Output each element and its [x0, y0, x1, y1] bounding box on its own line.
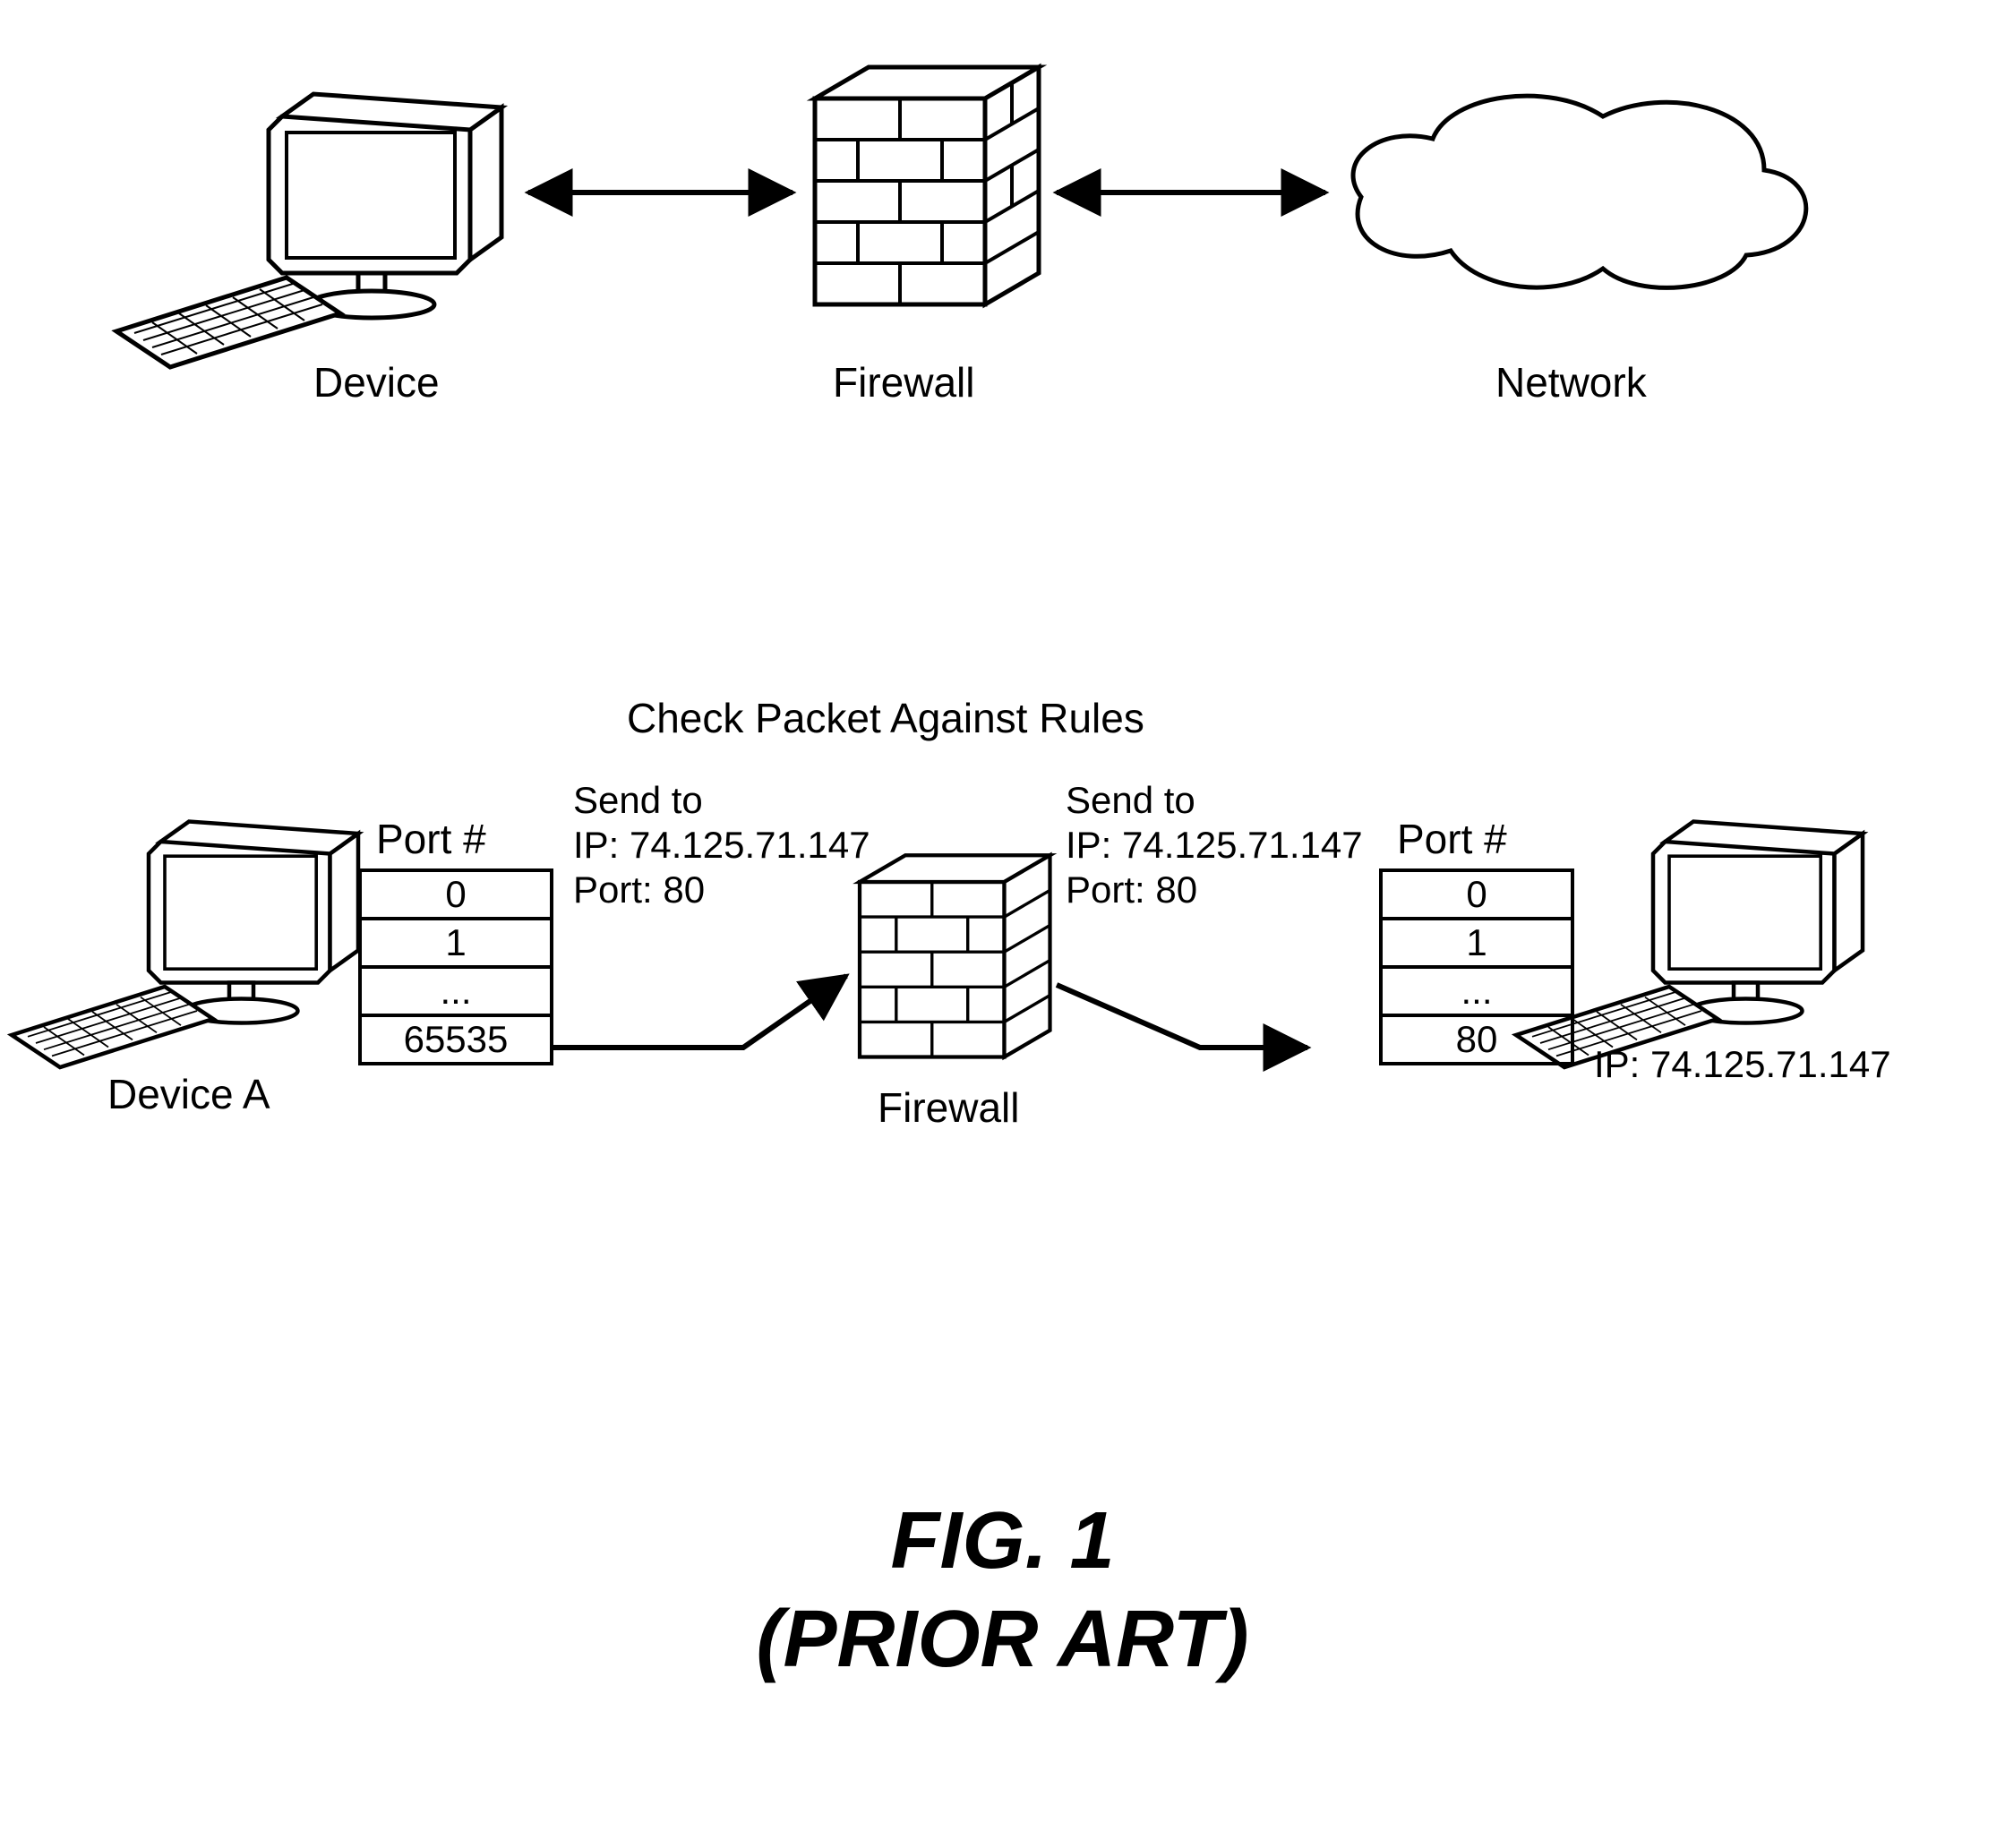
right-port-table: 0 1 ... 80 [1379, 868, 1574, 1065]
left-packet-line3: Port: 80 [573, 868, 705, 911]
device-label: Device [313, 358, 440, 406]
check-packet-title: Check Packet Against Rules [627, 694, 1144, 742]
left-port-dots: ... [362, 969, 550, 1017]
right-port-dots: ... [1383, 969, 1571, 1017]
firewall-label-mid: Firewall [878, 1083, 1019, 1132]
firewall-icon-mid [860, 855, 1050, 1057]
left-port-0: 0 [362, 872, 550, 920]
diagram-canvas: Device Firewall Network Check Packet Aga… [0, 0, 2005, 1848]
right-packet-line2: IP: 74.125.71.147 [1066, 824, 1363, 867]
cloud-icon [1353, 96, 1806, 287]
left-port-1: 1 [362, 920, 550, 969]
right-packet-line1: Send to [1066, 779, 1195, 822]
right-port-1: 1 [1383, 920, 1571, 969]
left-port-header: Port # [376, 815, 486, 863]
figure-caption-line1: FIG. 1 [0, 1495, 2005, 1587]
figure-caption-line2: (PRIOR ART) [0, 1594, 2005, 1686]
arrow-firewall-to-right-port [1057, 985, 1307, 1048]
arrow-left-packet-to-firewall [553, 976, 846, 1048]
network-label: Network [1495, 358, 1647, 406]
right-port-0: 0 [1383, 872, 1571, 920]
right-ip-label: IP: 74.125.71.147 [1594, 1043, 1891, 1086]
device-icon [116, 94, 501, 367]
firewall-icon-top [815, 67, 1039, 304]
right-packet-line3: Port: 80 [1066, 868, 1197, 911]
device-a-icon [12, 822, 358, 1068]
device-a-label: Device A [107, 1070, 270, 1118]
left-port-table: 0 1 ... 65535 [358, 868, 553, 1065]
right-port-header: Port # [1397, 815, 1507, 863]
right-port-80: 80 [1383, 1017, 1571, 1062]
left-packet-line1: Send to [573, 779, 703, 822]
left-port-65535: 65535 [362, 1017, 550, 1062]
firewall-label-top: Firewall [833, 358, 974, 406]
left-packet-line2: IP: 74.125.71.147 [573, 824, 870, 867]
